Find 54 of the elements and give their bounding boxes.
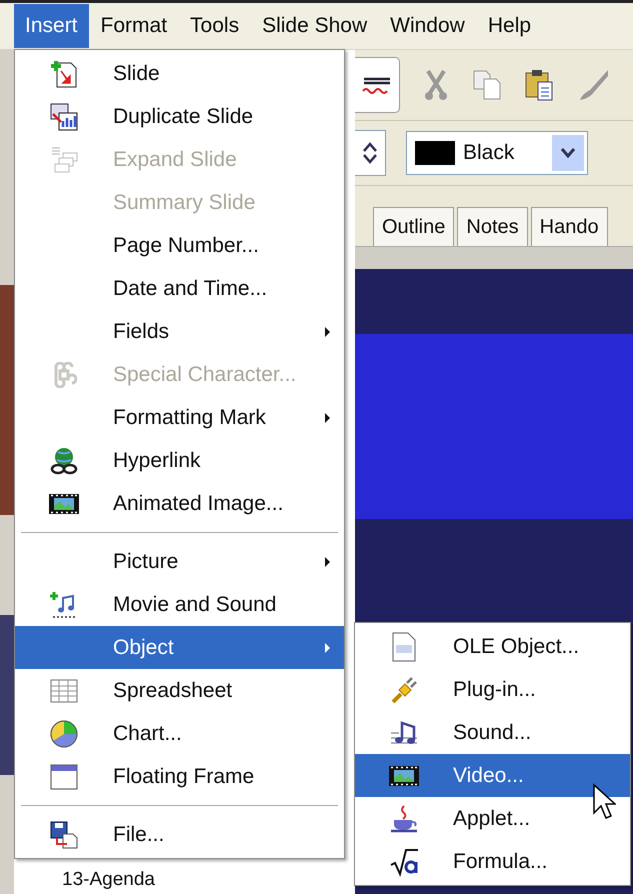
menu-bar-item[interactable]: Slide Show bbox=[251, 4, 378, 48]
color-dropdown[interactable]: Black bbox=[406, 131, 588, 175]
menu-item[interactable]: Movie and Sound bbox=[15, 583, 344, 626]
color-swatch bbox=[415, 141, 455, 165]
menu-item[interactable]: Chart... bbox=[15, 712, 344, 755]
menu-item[interactable]: Formula... bbox=[355, 840, 630, 883]
menu-bar-item[interactable]: Tools bbox=[179, 4, 250, 48]
menu-item[interactable]: Object bbox=[15, 626, 344, 669]
spellcheck-button[interactable] bbox=[355, 57, 400, 113]
menu-item[interactable]: OLE Object... bbox=[355, 625, 630, 668]
pie-chart-icon bbox=[49, 718, 79, 748]
menu-item[interactable]: Date and Time... bbox=[15, 267, 344, 310]
paintbrush-icon bbox=[578, 68, 608, 102]
spinner-arrows-icon bbox=[362, 141, 378, 165]
menu-item[interactable]: File... bbox=[15, 813, 344, 856]
menu-item[interactable]: Spreadsheet bbox=[15, 669, 344, 712]
menu-bar-item[interactable]: Format bbox=[90, 4, 178, 48]
menu-item[interactable]: Duplicate Slide bbox=[15, 95, 344, 138]
copy-icon bbox=[472, 69, 502, 101]
menu-item[interactable]: Fields bbox=[15, 310, 344, 353]
mouse-pointer-icon bbox=[592, 783, 616, 821]
page-plus-icon bbox=[49, 58, 79, 88]
globe-link-icon bbox=[49, 446, 79, 476]
floppy-disk-icon bbox=[49, 820, 79, 850]
menu-item[interactable]: Video... bbox=[355, 754, 630, 797]
menu-item[interactable]: Picture bbox=[15, 540, 344, 583]
film-strip-icon bbox=[48, 492, 80, 516]
menu-item[interactable]: Page Number... bbox=[15, 224, 344, 267]
duplicate-slides-icon bbox=[49, 102, 79, 132]
view-tab[interactable]: Outline bbox=[373, 207, 454, 246]
menu-item[interactable]: Formatting Mark bbox=[15, 396, 344, 439]
menu-item[interactable]: Applet... bbox=[355, 797, 630, 840]
menu-bar-item[interactable]: Insert bbox=[14, 4, 89, 48]
stacked-pages-icon bbox=[49, 144, 79, 174]
plug-icon bbox=[389, 674, 419, 704]
menu-bar-item[interactable]: Help bbox=[476, 4, 542, 48]
slide-thumbnail-label: 13-Agenda bbox=[62, 869, 156, 891]
table-grid-icon bbox=[49, 678, 79, 704]
view-tab[interactable]: Notes bbox=[457, 207, 528, 246]
menu-item[interactable]: Plug-in... bbox=[355, 668, 630, 711]
coffee-cup-icon bbox=[389, 804, 419, 834]
window-frame-icon bbox=[49, 762, 79, 790]
menu-item[interactable]: Animated Image... bbox=[15, 482, 344, 525]
film-strip-icon bbox=[388, 764, 420, 788]
menu-item[interactable]: Floating Frame bbox=[15, 755, 344, 798]
menu-item[interactable]: Slide bbox=[15, 52, 344, 95]
menu-item[interactable]: Hyperlink bbox=[15, 439, 344, 482]
view-tab[interactable]: Hando bbox=[530, 207, 608, 246]
scissors-icon bbox=[422, 69, 450, 101]
menu-bar-item[interactable]: Window bbox=[379, 4, 476, 48]
spinner-button[interactable] bbox=[355, 130, 386, 176]
square-root-icon bbox=[389, 846, 419, 876]
menu-item[interactable]: Sound... bbox=[355, 711, 630, 754]
document-icon bbox=[391, 630, 417, 662]
